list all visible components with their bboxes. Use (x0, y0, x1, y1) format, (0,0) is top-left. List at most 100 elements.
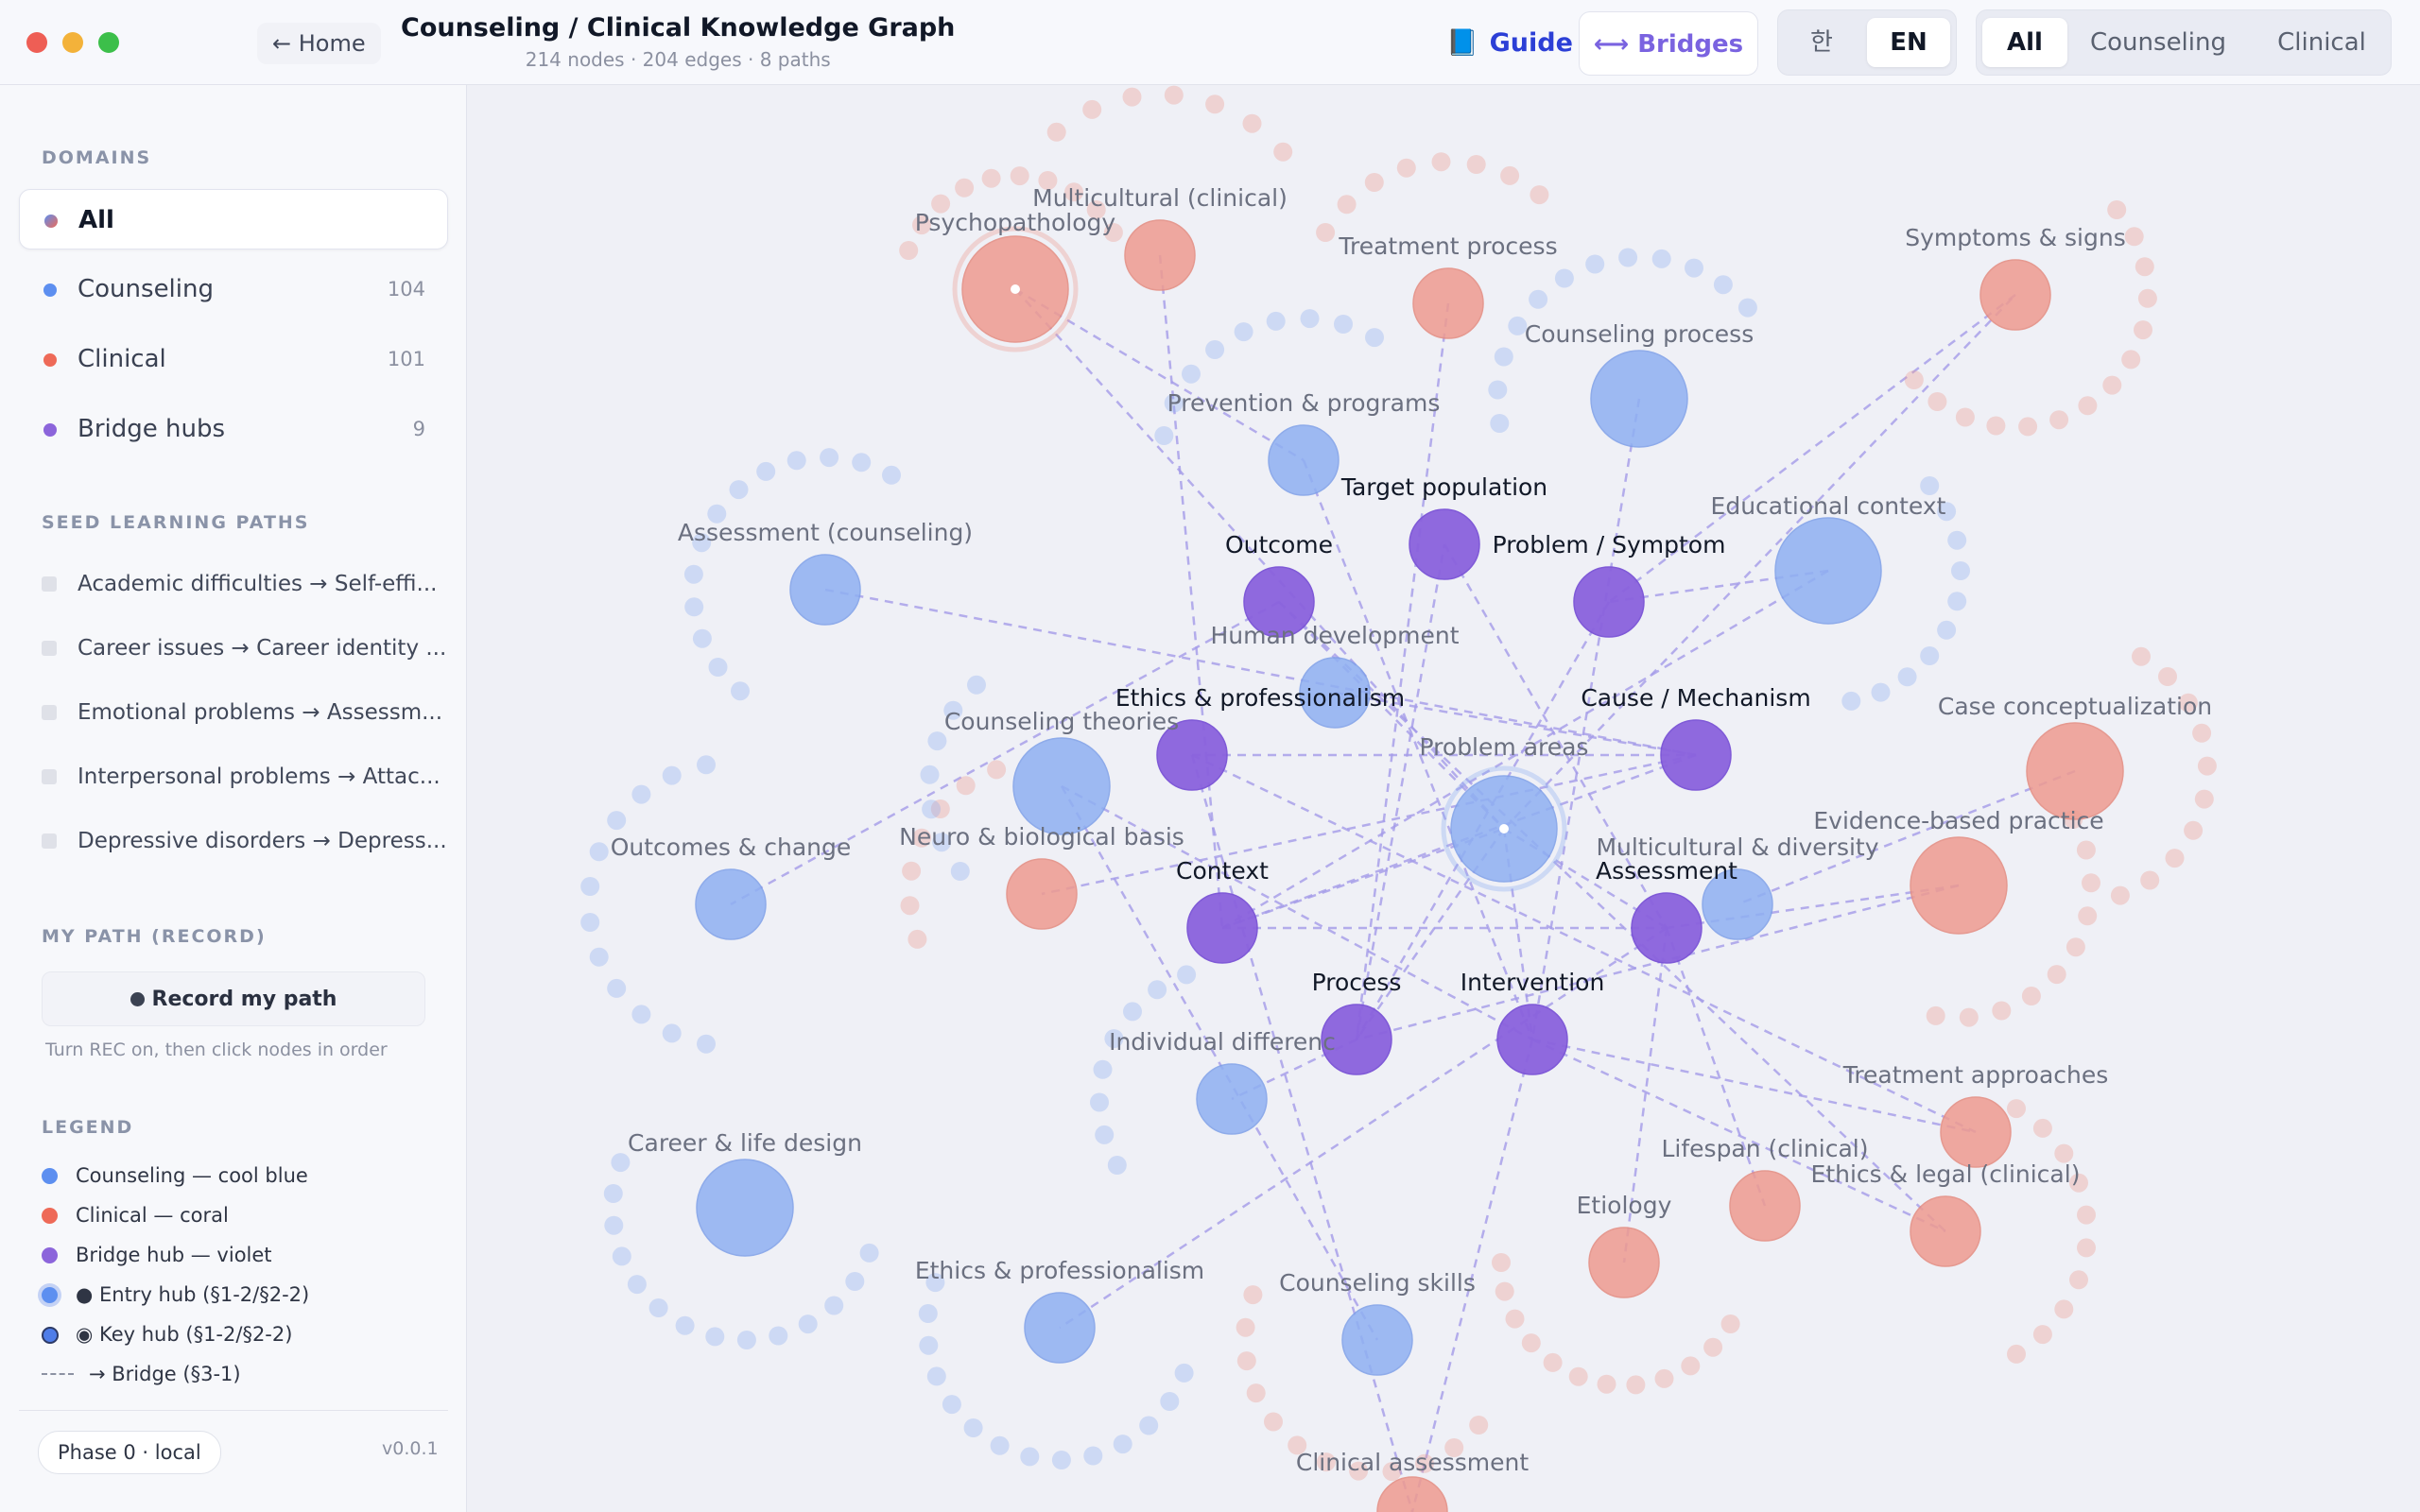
assessment-counseling-node[interactable] (789, 554, 861, 626)
leaf-node[interactable] (824, 1296, 844, 1315)
leaf-node[interactable] (2076, 840, 2096, 860)
leaf-node[interactable] (2032, 1325, 2052, 1345)
guide-button[interactable]: 📘 Guide (1446, 23, 1573, 64)
career-life-design-node[interactable] (696, 1159, 794, 1257)
leaf-node[interactable] (2047, 965, 2066, 985)
leaf-node[interactable] (926, 1366, 946, 1386)
leaf-node[interactable] (1951, 561, 1970, 580)
leaf-node[interactable] (1234, 322, 1253, 342)
leaf-node[interactable] (2078, 906, 2098, 926)
case-conceptualization-node[interactable] (2026, 722, 2124, 820)
leaf-node[interactable] (708, 658, 728, 677)
leaf-node[interactable] (2078, 396, 2098, 416)
leaf-node[interactable] (662, 1023, 682, 1043)
leaf-node[interactable] (1177, 965, 1197, 985)
leaf-node[interactable] (1095, 1125, 1115, 1144)
leaf-node[interactable] (1113, 1435, 1132, 1454)
leaf-node[interactable] (1841, 691, 1861, 711)
lang-option-ko[interactable]: 한 (1784, 18, 1859, 67)
ethics-legal-clinical-node[interactable] (1910, 1195, 1981, 1267)
leaf-node[interactable] (2110, 885, 2130, 905)
ethics-professionalism-node[interactable] (1024, 1292, 1096, 1364)
leaf-node[interactable] (2194, 789, 2214, 809)
leaf-node[interactable] (1495, 1281, 1514, 1301)
leaf-node[interactable] (1236, 1317, 1255, 1337)
leaf-node[interactable] (1597, 1374, 1616, 1394)
leaf-node[interactable] (942, 1395, 961, 1415)
leaf-node[interactable] (2049, 410, 2069, 430)
leaf-node[interactable] (1205, 340, 1225, 359)
leaf-node[interactable] (1466, 155, 1486, 174)
leaf-node[interactable] (1568, 1366, 1588, 1386)
leaf-node[interactable] (1051, 1451, 1071, 1469)
counseling-theories-node[interactable] (1012, 737, 1111, 835)
leaf-node[interactable] (1148, 980, 1167, 1000)
leaf-node[interactable] (1927, 392, 1947, 411)
leaf-node[interactable] (981, 168, 1001, 188)
leaf-node[interactable] (1337, 195, 1357, 215)
leaf-node[interactable] (1316, 223, 1336, 242)
educational-context-node[interactable] (1774, 517, 1882, 625)
leaf-node[interactable] (2102, 375, 2122, 395)
leaf-node[interactable] (918, 1304, 938, 1323)
close-window-button[interactable] (26, 32, 47, 53)
leaf-node[interactable] (1713, 275, 1733, 295)
leaf-node[interactable] (1651, 249, 1671, 268)
leaf-node[interactable] (2107, 200, 2127, 219)
leaf-node[interactable] (2158, 667, 2177, 686)
learning-path-item[interactable]: Career issues → Career identity ... (42, 629, 446, 667)
leaf-node[interactable] (987, 760, 1007, 780)
prevention-programs-node[interactable] (1268, 424, 1340, 496)
learning-path-item[interactable]: Academic difficulties → Self-effi... (42, 565, 439, 603)
leaf-node[interactable] (1986, 416, 2006, 436)
leaf-node[interactable] (1681, 1356, 1701, 1376)
evidence-based-practice-node[interactable] (1910, 836, 2008, 935)
leaf-node[interactable] (2197, 756, 2217, 776)
leaf-node[interactable] (1521, 1333, 1541, 1353)
counseling-process-node[interactable] (1590, 350, 1688, 448)
context-node[interactable] (1186, 892, 1258, 964)
outcomes-change-node[interactable] (695, 868, 767, 940)
leaf-node[interactable] (1926, 1005, 1945, 1025)
home-button[interactable]: ← Home (257, 23, 381, 64)
leaf-node[interactable] (908, 929, 927, 949)
leaf-node[interactable] (1904, 370, 1924, 389)
leaf-node[interactable] (2054, 1299, 2074, 1319)
leaf-node[interactable] (580, 877, 600, 896)
leaf-node[interactable] (1488, 380, 1508, 400)
leaf-node[interactable] (1236, 1351, 1256, 1371)
leaf-node[interactable] (683, 564, 703, 584)
treatment-process-node[interactable] (1412, 267, 1484, 339)
leaf-node[interactable] (1046, 122, 1066, 142)
leaf-node[interactable] (1090, 1092, 1109, 1112)
leaf-node[interactable] (922, 799, 942, 819)
leaf-node[interactable] (798, 1314, 818, 1334)
leaf-node[interactable] (769, 1326, 788, 1346)
leaf-node[interactable] (2192, 723, 2212, 743)
leaf-node[interactable] (990, 1435, 1010, 1455)
leaf-node[interactable] (1492, 1253, 1511, 1272)
bridges-button[interactable]: ⟷ Bridges (1579, 11, 1758, 76)
leaf-node[interactable] (1264, 1412, 1283, 1432)
leaf-node[interactable] (1500, 165, 1520, 185)
leaf-node[interactable] (731, 681, 750, 701)
leaf-node[interactable] (967, 675, 986, 695)
leaf-node[interactable] (950, 862, 970, 881)
leaf-node[interactable] (2135, 257, 2154, 277)
leaf-node[interactable] (1505, 1309, 1525, 1329)
leaf-node[interactable] (1897, 667, 1917, 687)
leaf-node[interactable] (2007, 1344, 2026, 1364)
leaf-node[interactable] (2077, 1205, 2096, 1225)
leaf-node[interactable] (627, 1275, 647, 1295)
leaf-node[interactable] (612, 1246, 631, 1266)
leaf-node[interactable] (1174, 1363, 1194, 1383)
leaf-node[interactable] (919, 1335, 939, 1355)
leaf-node[interactable] (1720, 1314, 1740, 1333)
leaf-node[interactable] (705, 1327, 725, 1347)
leaf-node[interactable] (2137, 288, 2157, 308)
counseling-skills-node[interactable] (1341, 1304, 1413, 1376)
leaf-node[interactable] (902, 861, 922, 881)
neuro-biological-basis-node[interactable] (1006, 858, 1078, 930)
leaf-node[interactable] (1947, 592, 1967, 611)
leaf-node[interactable] (1920, 646, 1940, 665)
